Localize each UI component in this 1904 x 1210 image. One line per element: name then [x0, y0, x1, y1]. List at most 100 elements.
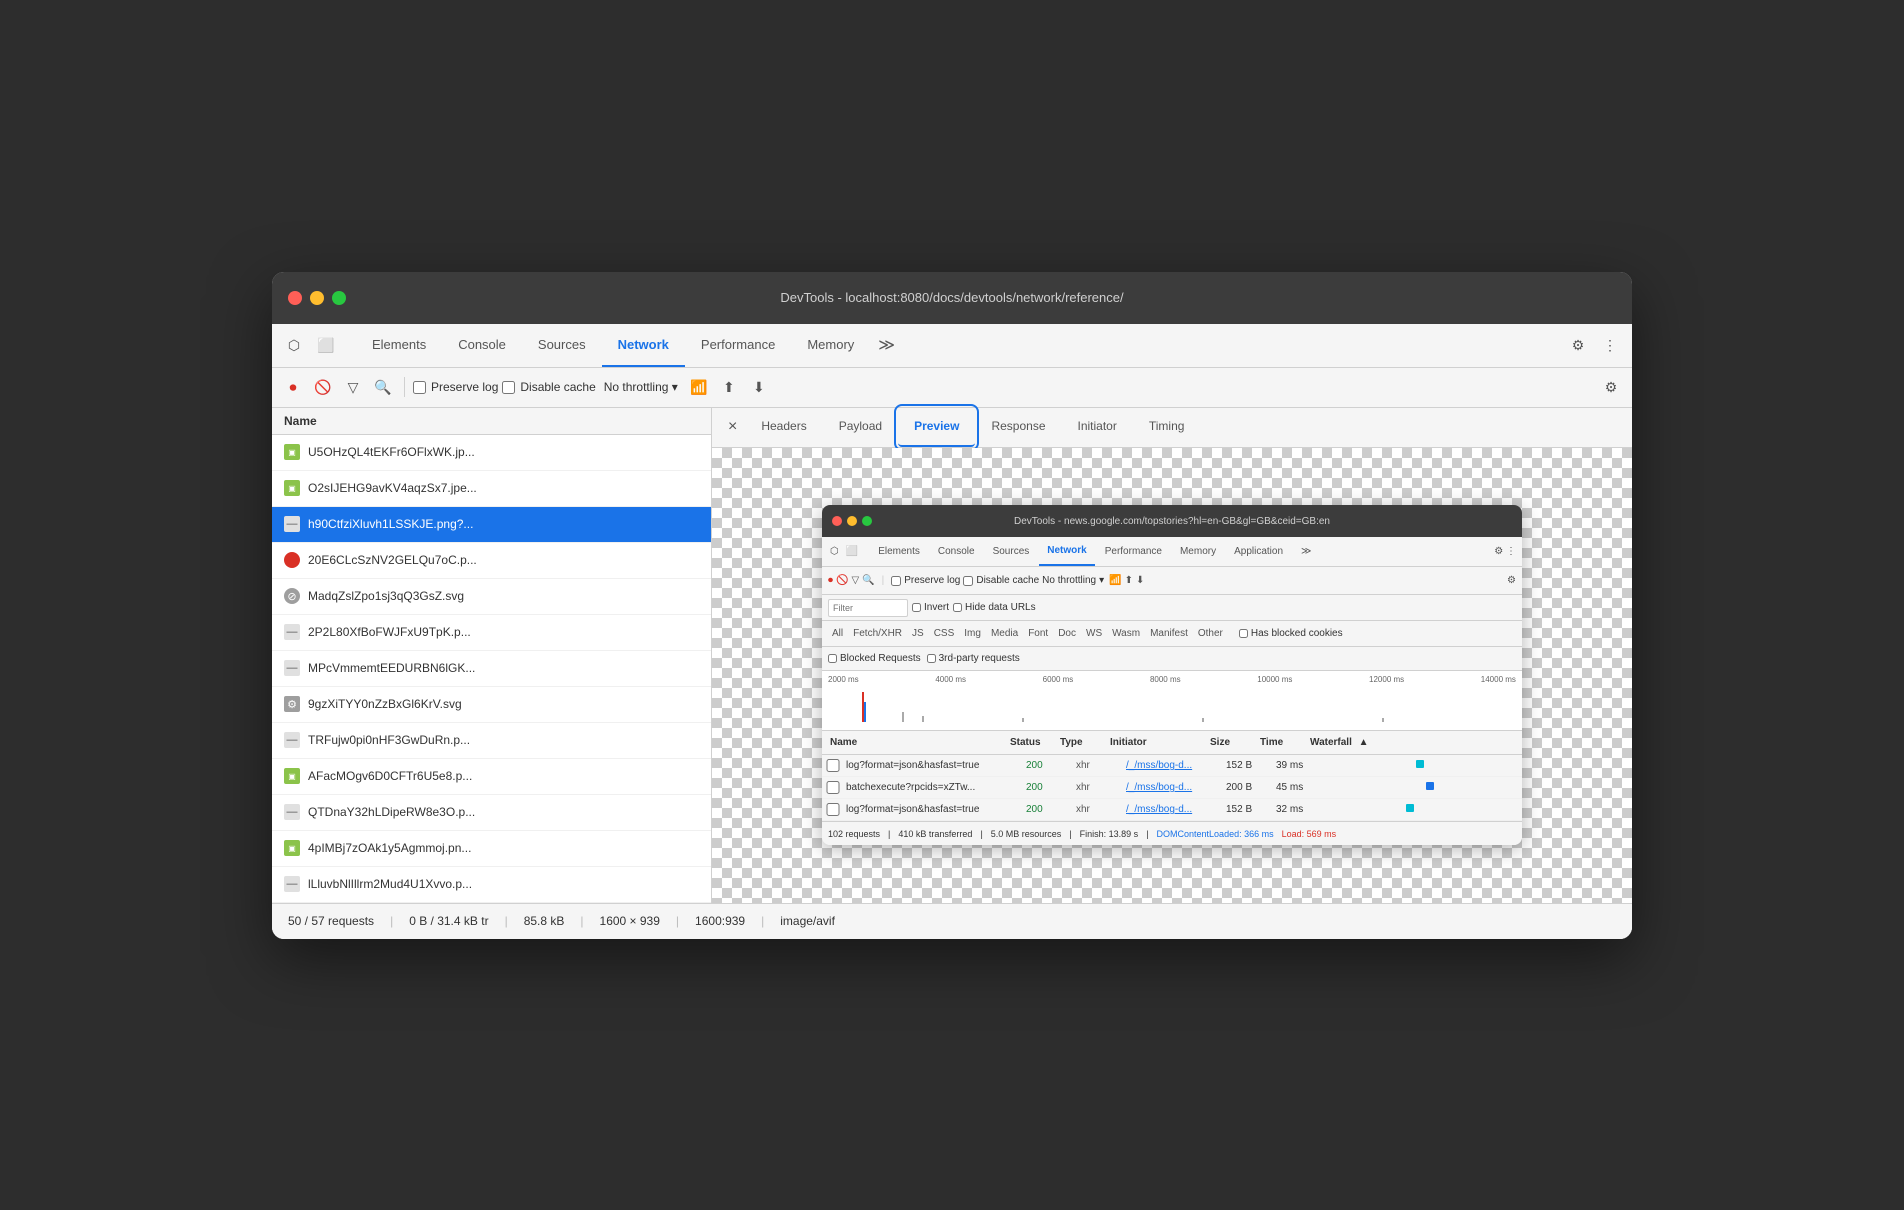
file-name: O2sIJEHG9avKV4aqzSx7.jpe...	[308, 481, 699, 495]
file-item[interactable]: ⚙ 9gzXiTYY0nZzBxGl6KrV.svg	[272, 687, 711, 723]
inner-waterfall-bar-1	[1416, 760, 1424, 768]
tab-console[interactable]: Console	[442, 324, 522, 367]
upload-icon[interactable]: ⬆	[716, 374, 742, 400]
inner-row-type-1: xhr	[1072, 760, 1122, 771]
devtools-body: ⬡ ⬜ Elements Console Sources Network Per…	[272, 324, 1632, 939]
download-icon[interactable]: ⬇	[746, 374, 772, 400]
close-right-panel-button[interactable]: ×	[720, 418, 745, 436]
main-area: Name ▣ U5OHzQL4tEKFr6OFlxWK.jp... ▣ O2sI…	[272, 408, 1632, 903]
minimize-button[interactable]	[310, 291, 324, 305]
image-icon: ▣	[284, 480, 300, 496]
filter-icon[interactable]: ▽	[340, 374, 366, 400]
inner-row-size-3: 152 B	[1222, 804, 1272, 815]
image-type: image/avif	[780, 914, 835, 928]
inner-tab-more: ≫	[1293, 537, 1319, 566]
requests-count: 50 / 57 requests	[288, 914, 374, 928]
file-item[interactable]: — 2P2L80XfBoFWJFxU9TpK.p...	[272, 615, 711, 651]
close-button[interactable]	[288, 291, 302, 305]
clear-button[interactable]: 🚫	[310, 374, 336, 400]
tab-timing[interactable]: Timing	[1133, 408, 1201, 447]
preserve-log-label[interactable]: Preserve log	[413, 380, 498, 394]
inner-table-row: log?format=json&hasfast=true 200 xhr /_/…	[822, 755, 1522, 777]
more-tabs-icon[interactable]: ≫	[870, 335, 903, 355]
settings-icon[interactable]: ⚙	[1564, 331, 1592, 359]
transferred-size: 0 B / 31.4 kB tr	[409, 914, 488, 928]
inner-tab-memory: Memory	[1172, 537, 1224, 566]
inner-type-tab-list: All Fetch/XHR JS CSS Img Media Font Doc …	[828, 628, 1227, 639]
file-list: ▣ U5OHzQL4tEKFr6OFlxWK.jp... ▣ O2sIJEHG9…	[272, 435, 711, 903]
image-icon: ▣	[284, 840, 300, 856]
file-item-selected[interactable]: — h90CtfziXluvh1LSSKJE.png?...	[272, 507, 711, 543]
page-icon: —	[284, 876, 300, 892]
inner-table-row: batchexecute?rpcids=xZTw... 200 xhr /_/m…	[822, 777, 1522, 799]
inner-timeline: 2000 ms 4000 ms 6000 ms 8000 ms 10000 ms…	[822, 671, 1522, 731]
network-toolbar: ⏺ 🚫 ▽ 🔍 Preserve log Disable cache No th…	[272, 368, 1632, 408]
device-toggle-icon[interactable]: ⬜	[312, 331, 340, 359]
disable-cache-label[interactable]: Disable cache	[502, 380, 595, 394]
window-title: DevTools - localhost:8080/docs/devtools/…	[780, 290, 1123, 305]
tab-bar-icons: ⬡ ⬜	[280, 331, 340, 359]
inner-col-initiator-header: Initiator	[1106, 737, 1206, 748]
tab-initiator[interactable]: Initiator	[1062, 408, 1133, 447]
tab-network[interactable]: Network	[602, 324, 685, 367]
file-item[interactable]: ▣ 4pIMBj7zOAk1y5Agmmoj.pn...	[272, 831, 711, 867]
inner-timeline-bar-gray2	[922, 716, 924, 722]
file-item[interactable]: — MPcVmmemtEEDURBN6lGK...	[272, 651, 711, 687]
throttle-select[interactable]: No throttling ▾	[600, 378, 682, 396]
inner-up-icon: ⬆	[1125, 575, 1133, 586]
tab-elements[interactable]: Elements	[356, 324, 442, 367]
inner-type-manifest: Manifest	[1146, 628, 1192, 639]
inner-record-icon: ⏺	[828, 575, 833, 586]
inner-type-all: All	[828, 628, 847, 639]
inner-col-name-header: Name	[826, 737, 1006, 748]
file-item[interactable]: — lLluvbNlIllrm2Mud4U1Xvvo.p...	[272, 867, 711, 903]
tab-memory[interactable]: Memory	[791, 324, 870, 367]
file-item[interactable]: ▣ U5OHzQL4tEKFr6OFlxWK.jp...	[272, 435, 711, 471]
inner-blocked-cookies: Has blocked cookies	[1239, 628, 1343, 639]
file-item[interactable]: ▣ O2sIJEHG9avKV4aqzSx7.jpe...	[272, 471, 711, 507]
record-button[interactable]: ⏺	[280, 374, 306, 400]
inner-throttle-arrow: ▾	[1099, 575, 1104, 586]
toolbar-right: ⚙	[1598, 374, 1624, 400]
inner-row-time-2: 45 ms	[1272, 782, 1322, 793]
inner-row-cb-3	[826, 803, 840, 816]
inner-waterfall-bar-3	[1406, 804, 1414, 812]
traffic-lights	[288, 291, 346, 305]
tab-sources[interactable]: Sources	[522, 324, 602, 367]
inner-filter-icon: ▽	[851, 575, 859, 586]
disable-cache-checkbox[interactable]	[502, 381, 515, 394]
inner-blocked-req-cb	[828, 654, 837, 663]
fullscreen-button[interactable]	[332, 291, 346, 305]
inner-row-init-1: /_/mss/bog-d...	[1122, 760, 1222, 771]
file-item[interactable]: 20E6CLcSzNV2GELQu7oC.p...	[272, 543, 711, 579]
more-options-icon[interactable]: ⋮	[1596, 331, 1624, 359]
file-item[interactable]: ⊘ MadqZslZpo1sj3qQ3GsZ.svg	[272, 579, 711, 615]
network-settings-icon[interactable]: ⚙	[1598, 374, 1624, 400]
search-icon[interactable]: 🔍	[370, 374, 396, 400]
file-name: MPcVmmemtEEDURBN6lGK...	[308, 661, 699, 675]
wifi-icon[interactable]: 📶	[686, 374, 712, 400]
inner-row-time-3: 32 ms	[1272, 804, 1322, 815]
file-item[interactable]: — QTDnaY32hLDipeRW8e3O.p...	[272, 795, 711, 831]
inner-div: |	[882, 575, 885, 586]
tab-performance[interactable]: Performance	[685, 324, 791, 367]
file-item[interactable]: — TRFujw0pi0nHF3GwDuRn.p...	[272, 723, 711, 759]
tab-response[interactable]: Response	[975, 408, 1061, 447]
inner-fullscreen	[862, 516, 872, 526]
file-item[interactable]: ▣ AFacMOgv6D0CFTr6U5e8.p...	[272, 759, 711, 795]
file-name: 4pIMBj7zOAk1y5Agmmoj.pn...	[308, 841, 699, 855]
tab-payload[interactable]: Payload	[823, 408, 898, 447]
file-name: QTDnaY32hLDipeRW8e3O.p...	[308, 805, 699, 819]
inner-row-name-1: log?format=json&hasfast=true	[842, 760, 1022, 771]
cursor-icon[interactable]: ⬡	[280, 331, 308, 359]
inner-invert-cb	[912, 603, 921, 612]
tab-preview[interactable]: Preview	[898, 408, 975, 447]
inner-disable-cache-cb	[963, 576, 973, 586]
inner-blocked-cb	[1239, 629, 1248, 638]
tab-headers[interactable]: Headers	[745, 408, 822, 447]
preserve-log-checkbox[interactable]	[413, 381, 426, 394]
inner-type-doc: Doc	[1054, 628, 1080, 639]
file-name: TRFujw0pi0nHF3GwDuRn.p...	[308, 733, 699, 747]
page-icon: —	[284, 660, 300, 676]
inner-tab-bar: ⬡ ⬜ Elements Console Sources Network Per…	[822, 537, 1522, 567]
